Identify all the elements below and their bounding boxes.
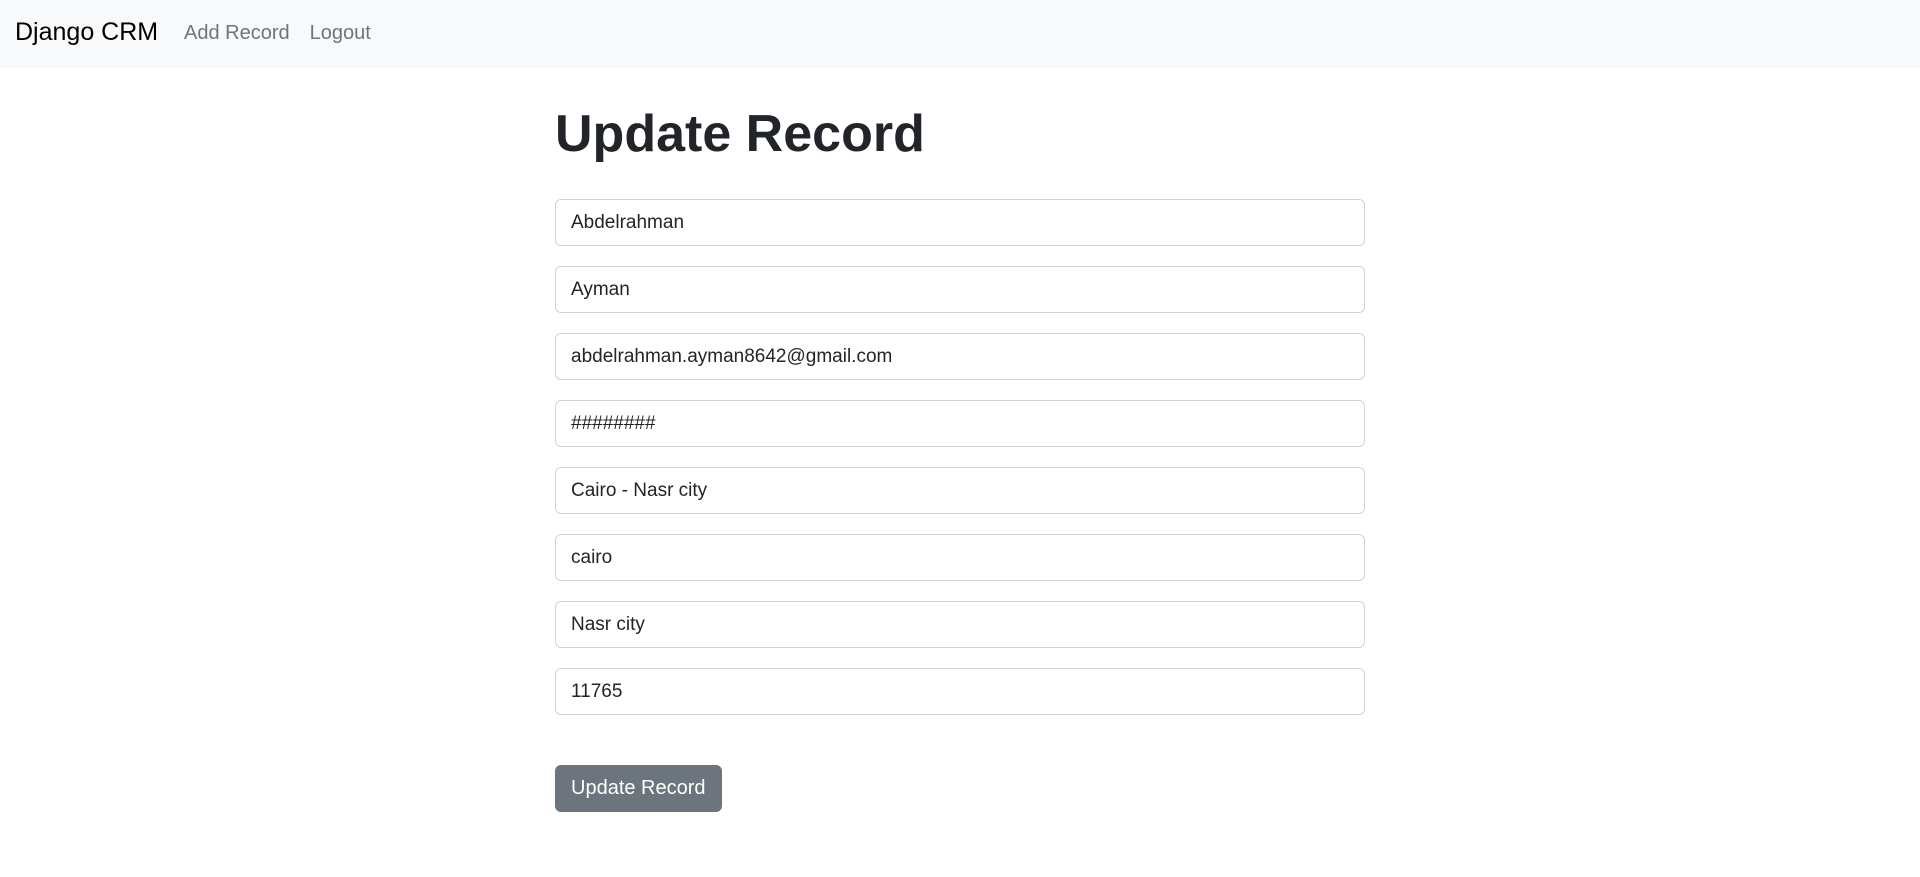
first-name-input[interactable] (555, 199, 1365, 246)
phone-input[interactable] (555, 400, 1365, 447)
update-record-button[interactable]: Update Record (555, 765, 722, 812)
address-input[interactable] (555, 467, 1365, 514)
page-title: Update Record (555, 105, 925, 163)
state-input[interactable] (555, 601, 1365, 648)
nav-links: Add Record Logout (184, 22, 371, 45)
navbar: Django CRM Add Record Logout (0, 0, 1920, 68)
email-input[interactable] (555, 333, 1365, 380)
city-input[interactable] (555, 534, 1365, 581)
nav-link-logout[interactable]: Logout (310, 22, 371, 45)
update-record-form (555, 199, 1365, 735)
last-name-input[interactable] (555, 266, 1365, 313)
zipcode-input[interactable] (555, 668, 1365, 715)
nav-link-add-record[interactable]: Add Record (184, 22, 290, 45)
brand-link[interactable]: Django CRM (15, 18, 158, 47)
